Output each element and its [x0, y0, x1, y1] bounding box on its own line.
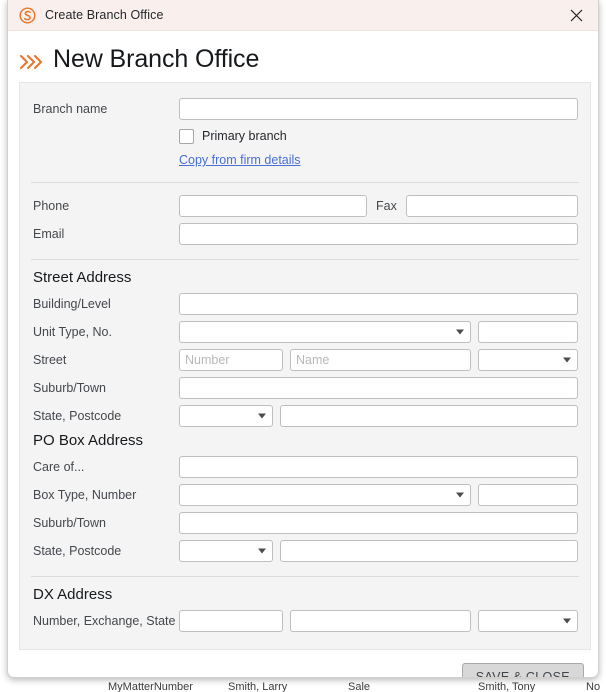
street-state-postcode-label: State, Postcode	[33, 409, 122, 423]
po-box-suburb-town-row: Suburb/Town	[20, 509, 590, 537]
box-type-number-row: Box Type, Number	[20, 481, 590, 509]
background-table-row: MyMatterNumber Smith, Larry Sale Smith, …	[0, 681, 606, 692]
care-of-label: Care of...	[33, 460, 85, 474]
spiral-s-icon	[19, 6, 36, 24]
building-level-input[interactable]	[179, 293, 578, 315]
dx-exchange-input[interactable]	[290, 610, 471, 632]
primary-branch-row: Primary branch	[20, 123, 590, 149]
unit-number-input[interactable]	[478, 321, 578, 343]
chevron-down-icon	[456, 492, 464, 498]
po-box-state-postcode-row: State, Postcode	[20, 537, 590, 565]
street-state-select[interactable]	[179, 405, 273, 427]
divider	[31, 576, 579, 577]
unit-type-no-row: Unit Type, No.	[20, 318, 590, 346]
divider	[31, 182, 579, 183]
chevron-down-icon	[563, 357, 571, 363]
street-label: Street	[33, 353, 67, 367]
po-box-suburb-town-label: Suburb/Town	[33, 516, 106, 530]
unit-type-select[interactable]	[179, 321, 471, 343]
po-box-state-select[interactable]	[179, 540, 273, 562]
branch-name-row: Branch name	[20, 95, 590, 123]
building-level-label: Building/Level	[33, 297, 111, 311]
primary-branch-checkbox[interactable]	[179, 128, 194, 144]
street-name-input[interactable]	[290, 349, 471, 371]
po-box-state-postcode-label: State, Postcode	[33, 544, 122, 558]
background-cell: Sale	[348, 681, 371, 692]
street-suburb-town-row: Suburb/Town	[20, 374, 590, 402]
background-cell: MyMatterNumber	[108, 681, 193, 692]
unit-type-no-label: Unit Type, No.	[33, 325, 112, 339]
street-address-section-title: Street Address	[33, 269, 132, 286]
fax-input[interactable]	[405, 195, 578, 217]
dialog-footer: SAVE & CLOSE	[8, 650, 598, 677]
dx-address-section-title: DX Address	[33, 586, 113, 603]
dx-number-exchange-state-label: Number, Exchange, State	[33, 614, 176, 628]
care-of-row: Care of...	[20, 453, 590, 481]
copy-from-firm-details-row: Copy from firm details	[20, 149, 590, 171]
chevron-down-icon	[258, 548, 266, 554]
window-title: Create Branch Office	[45, 8, 164, 22]
email-label: Email	[33, 227, 65, 241]
divider	[31, 259, 579, 260]
fax-label: Fax	[376, 199, 397, 213]
street-postcode-input[interactable]	[280, 405, 578, 427]
dialog-titlebar: Create Branch Office	[8, 0, 598, 31]
copy-from-firm-details-link[interactable]: Copy from firm details	[179, 153, 301, 167]
save-and-close-button[interactable]: SAVE & CLOSE	[461, 663, 584, 677]
street-type-select[interactable]	[478, 349, 578, 371]
phone-input[interactable]	[179, 195, 368, 217]
triple-chevron-icon	[19, 54, 43, 69]
phone-label: Phone	[33, 199, 70, 213]
street-row: Street	[20, 346, 590, 374]
branch-name-label: Branch name	[33, 102, 108, 116]
chevron-down-icon	[258, 413, 266, 419]
dx-state-select[interactable]	[478, 610, 578, 632]
background-cell: Smith, Larry	[228, 681, 288, 692]
dx-number-exchange-state-row: Number, Exchange, State	[20, 607, 590, 635]
box-type-number-label: Box Type, Number	[33, 488, 137, 502]
phone-fax-row: Phone Fax	[20, 192, 590, 220]
box-type-select[interactable]	[179, 484, 471, 506]
primary-branch-label: Primary branch	[202, 129, 287, 143]
branch-name-input[interactable]	[179, 98, 578, 120]
branch-office-form: Branch name Primary branch Copy from fir…	[19, 82, 591, 650]
care-of-input[interactable]	[179, 456, 578, 478]
po-box-postcode-input[interactable]	[280, 540, 578, 562]
background-cell: Smith, Tony	[478, 681, 536, 692]
street-number-input[interactable]	[179, 349, 283, 371]
street-suburb-town-input[interactable]	[179, 377, 578, 399]
background-cell: No	[586, 681, 601, 692]
dialog-header: New Branch Office	[8, 31, 598, 82]
close-icon[interactable]	[554, 0, 598, 31]
street-suburb-town-label: Suburb/Town	[33, 381, 106, 395]
chevron-down-icon	[563, 618, 571, 624]
page-title: New Branch Office	[53, 45, 260, 73]
create-branch-office-dialog: Create Branch Office New Branch Office B…	[7, 0, 599, 678]
email-row: Email	[20, 220, 590, 248]
dx-number-input[interactable]	[179, 610, 283, 632]
email-input[interactable]	[179, 223, 578, 245]
chevron-down-icon	[456, 329, 464, 335]
po-box-address-section-title: PO Box Address	[33, 432, 144, 449]
street-state-postcode-row: State, Postcode	[20, 402, 590, 430]
box-number-input[interactable]	[478, 484, 578, 506]
building-level-row: Building/Level	[20, 290, 590, 318]
po-box-suburb-town-input[interactable]	[179, 512, 578, 534]
